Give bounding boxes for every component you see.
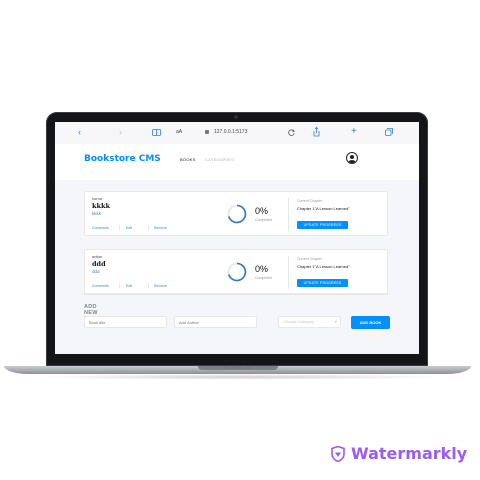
- progress-percent: 0%: [255, 206, 269, 216]
- book-author[interactable]: kkkk: [92, 211, 101, 216]
- nav-categories[interactable]: CATEGORIES: [205, 157, 234, 162]
- brand-logo[interactable]: Bookstore CMS: [84, 154, 161, 164]
- laptop-base: MacBook Air: [4, 365, 471, 374]
- chevron-down-icon: ˅: [334, 319, 337, 324]
- book-title: kkkk: [92, 202, 111, 210]
- share-icon[interactable]: [313, 127, 320, 137]
- remove-button[interactable]: Remove: [154, 284, 167, 288]
- comments-button[interactable]: Comments: [92, 226, 109, 230]
- book-genre: horror: [92, 197, 103, 201]
- book-card: action ddd ddd Comments Edit Remove 0% C…: [84, 249, 388, 294]
- current-chapter-label: Current Chapter: [297, 257, 323, 261]
- book-author[interactable]: ddd: [92, 269, 100, 274]
- book-card: horror kkkk kkkk Comments Edit Remove 0%…: [84, 191, 388, 236]
- new-tab-icon[interactable]: +: [351, 127, 357, 137]
- section-divider: [84, 294, 388, 295]
- watermark-text: Watermarkly: [351, 444, 468, 463]
- divider: [148, 225, 149, 230]
- progress-percent: 0%: [255, 264, 269, 274]
- add-book-button[interactable]: ADD BOOK: [351, 316, 390, 329]
- lock-icon: [205, 130, 209, 134]
- nav-books[interactable]: BOOKS: [180, 157, 196, 162]
- forward-icon[interactable]: ›: [119, 128, 122, 137]
- current-chapter-label: Current Chapter: [297, 199, 323, 203]
- book-title: ddd: [92, 260, 106, 268]
- category-select[interactable]: Choose Category ˅: [278, 316, 341, 328]
- book-icon[interactable]: [152, 129, 161, 136]
- book-title-input[interactable]: [84, 316, 167, 328]
- divider: [288, 198, 289, 231]
- camera: [234, 115, 238, 119]
- author-input[interactable]: [174, 316, 257, 328]
- remove-button[interactable]: Remove: [154, 226, 167, 230]
- back-icon[interactable]: ‹: [78, 128, 81, 137]
- book-genre: action: [92, 255, 103, 259]
- address-bar[interactable]: 127.0.0.1:5173: [214, 127, 294, 138]
- reload-icon[interactable]: [288, 129, 295, 136]
- category-select-value: Choose Category: [283, 319, 315, 324]
- divider: [119, 225, 120, 230]
- progress-ring: [227, 204, 247, 224]
- laptop-shadow: [30, 374, 450, 380]
- current-chapter: Chapter 1"A Lesson Learned": [297, 206, 350, 211]
- divider: [148, 283, 149, 288]
- completed-label: Completed: [255, 276, 272, 280]
- edit-button[interactable]: Edit: [126, 284, 132, 288]
- shield-icon: [331, 446, 345, 462]
- divider: [288, 256, 289, 289]
- comments-button[interactable]: Comments: [92, 284, 109, 288]
- edit-button[interactable]: Edit: [126, 226, 132, 230]
- app-header: Bookstore CMS BOOKS CATEGORIES: [55, 144, 419, 180]
- divider: [119, 283, 120, 288]
- update-progress-button[interactable]: UPDATE PROGRESS: [297, 279, 348, 287]
- completed-label: Completed: [255, 218, 272, 222]
- laptop-model-label: MacBook Air: [223, 365, 252, 370]
- update-progress-button[interactable]: UPDATE PROGRESS: [297, 221, 348, 229]
- progress-ring: [227, 262, 247, 282]
- user-icon[interactable]: [346, 152, 358, 164]
- current-chapter: Chapter 1"A Lesson Learned": [297, 264, 350, 269]
- reader-text-size[interactable]: aA: [176, 129, 182, 135]
- tabs-icon[interactable]: [385, 128, 393, 136]
- browser-toolbar: ‹ › aA 127.0.0.1:5173 +: [55, 122, 419, 145]
